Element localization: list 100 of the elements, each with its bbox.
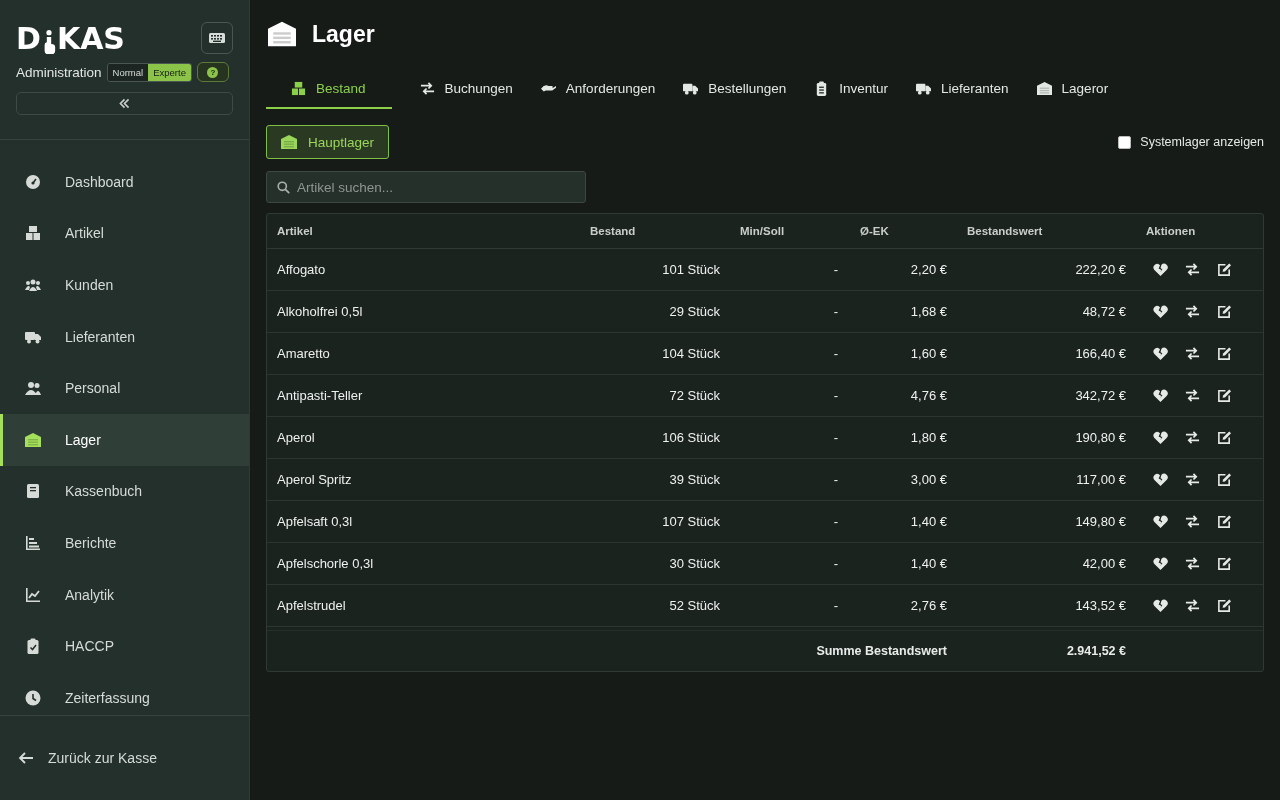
keyboard-button[interactable]	[201, 22, 233, 54]
discard-button[interactable]	[1153, 262, 1168, 277]
nav-item[interactable]: Zeiterfassung	[0, 671, 249, 715]
edit-button[interactable]	[1217, 304, 1232, 319]
checkbox-label: Systemlager anzeigen	[1140, 135, 1264, 149]
discard-button[interactable]	[1153, 472, 1168, 487]
discard-button[interactable]	[1153, 514, 1168, 529]
discard-button[interactable]	[1153, 430, 1168, 445]
table-cell-text: Aperol	[276, 430, 316, 445]
search-field[interactable]: Artikel suchen...	[266, 171, 586, 203]
column-header: Artikel	[276, 225, 314, 237]
edit-button[interactable]	[1217, 556, 1232, 571]
transfer-button[interactable]	[1185, 598, 1200, 613]
tab[interactable]: Bestand	[266, 69, 392, 109]
mode-toggle[interactable]: Experte	[148, 63, 191, 81]
table-cell-text: 1,68 €	[909, 304, 948, 319]
tab[interactable]: Lageror	[1036, 69, 1109, 109]
table-cell-text: 48,72 €	[1081, 304, 1127, 319]
table-cell-text: Alkoholfrei 0,5l	[276, 304, 364, 319]
tab[interactable]: Buchungen	[419, 69, 513, 109]
nav-item[interactable]: HACCP	[0, 620, 249, 672]
table-cell-text: 30 Stück	[668, 556, 721, 571]
table-cell-text: Antipasti-Teller	[276, 388, 364, 403]
warehouse-icon	[25, 431, 41, 448]
discard-button[interactable]	[1153, 388, 1168, 403]
table-cell-text: 52 Stück	[668, 598, 721, 613]
table-cell-text: -	[832, 598, 839, 613]
edit-button[interactable]	[1217, 262, 1232, 277]
nav-item[interactable]: Personal	[0, 362, 249, 414]
column-header: Ø-EK	[859, 225, 890, 237]
transfer-button[interactable]	[1185, 388, 1200, 403]
edit-button[interactable]	[1217, 388, 1232, 403]
nav-item[interactable]: Analytik	[0, 568, 249, 621]
edit-button[interactable]	[1217, 346, 1232, 361]
logo: D KAS	[16, 24, 125, 54]
broken-heart-icon	[1153, 514, 1168, 529]
edit-button[interactable]	[1217, 472, 1232, 487]
transfer-button[interactable]	[1185, 346, 1200, 361]
edit-icon	[1217, 262, 1232, 277]
nav-item[interactable]: Artikel	[0, 207, 249, 260]
total-label: Summe Bestandswert	[815, 644, 948, 658]
table-cell-text: 143,52 €	[1074, 598, 1127, 613]
edit-button[interactable]	[1217, 430, 1232, 445]
table-cell-text: 190,80 €	[1074, 430, 1127, 445]
table-cell-text: 104 Stück	[661, 346, 721, 361]
tab[interactable]: Anforderungen	[540, 69, 656, 109]
table-cell-text: 4,76 €	[909, 388, 948, 403]
transfer-button[interactable]	[1185, 430, 1200, 445]
swap-arrows-icon	[1185, 388, 1200, 403]
tab[interactable]: Inventur	[814, 69, 889, 109]
nav-item[interactable]: Kassenbuch	[0, 465, 249, 518]
table-cell-text: 222,20 €	[1074, 262, 1127, 277]
edit-button[interactable]	[1217, 598, 1232, 613]
discard-button[interactable]	[1153, 346, 1168, 361]
edit-icon	[1217, 598, 1232, 613]
broken-heart-icon	[1153, 472, 1168, 487]
table-cell-text: 342,72 €	[1074, 388, 1127, 403]
table-cell-text: Aperol Spritz	[276, 472, 353, 487]
book-icon	[25, 483, 41, 500]
page-title: Lager	[312, 20, 375, 48]
total-value: 2.941,52 €	[1065, 644, 1127, 658]
back-link[interactable]: Zurück zur Kasse	[0, 715, 249, 800]
tab[interactable]: Bestellungen	[683, 69, 787, 109]
gauge-icon	[25, 173, 41, 190]
transfer-button[interactable]	[1185, 514, 1200, 529]
boxes-icon	[291, 80, 306, 96]
warehouse-icon	[1036, 80, 1052, 96]
nav-item[interactable]: Kunden	[0, 259, 249, 311]
broken-heart-icon	[1153, 304, 1168, 319]
transfer-button[interactable]	[1185, 472, 1200, 487]
table-cell-text: -	[832, 388, 839, 403]
table-cell-text: 39 Stück	[668, 472, 721, 487]
transfer-button[interactable]	[1185, 304, 1200, 319]
table-cell-text: Apfelschorle 0,3l	[276, 556, 375, 571]
discard-button[interactable]	[1153, 304, 1168, 319]
table-cell-text: -	[832, 346, 839, 361]
nav-item[interactable]: Berichte	[0, 517, 249, 569]
edit-button[interactable]	[1217, 514, 1232, 529]
help-button[interactable]: ?	[196, 62, 229, 82]
table-cell-text: 149,80 €	[1074, 514, 1127, 529]
tab[interactable]: Lieferanten	[916, 69, 1009, 109]
table-cell-text: Apfelsaft 0,3l	[276, 514, 354, 529]
edit-icon	[1217, 514, 1232, 529]
table-cell-text: -	[832, 430, 839, 445]
transfer-button[interactable]	[1185, 262, 1200, 277]
checkbox[interactable]	[1118, 135, 1132, 149]
table-cell-text: 117,00 €	[1075, 472, 1127, 487]
nav-item[interactable]: Dashboard	[0, 156, 249, 208]
table-cell-text: 1,60 €	[909, 346, 948, 361]
warehouse-button[interactable]: Hauptlager	[266, 125, 390, 159]
broken-heart-icon	[1153, 388, 1168, 403]
discard-button[interactable]	[1153, 556, 1168, 571]
table-cell-text: Affogato	[276, 262, 327, 277]
transfer-button[interactable]	[1185, 556, 1200, 571]
mode-toggle[interactable]: Normal	[107, 63, 149, 81]
nav-item[interactable]: Lieferanten	[0, 310, 249, 363]
discard-button[interactable]	[1153, 598, 1168, 613]
swap-arrows-icon	[1185, 514, 1200, 529]
table-cell-text: 107 Stück	[661, 514, 721, 529]
nav-item[interactable]: Lager	[0, 413, 249, 466]
